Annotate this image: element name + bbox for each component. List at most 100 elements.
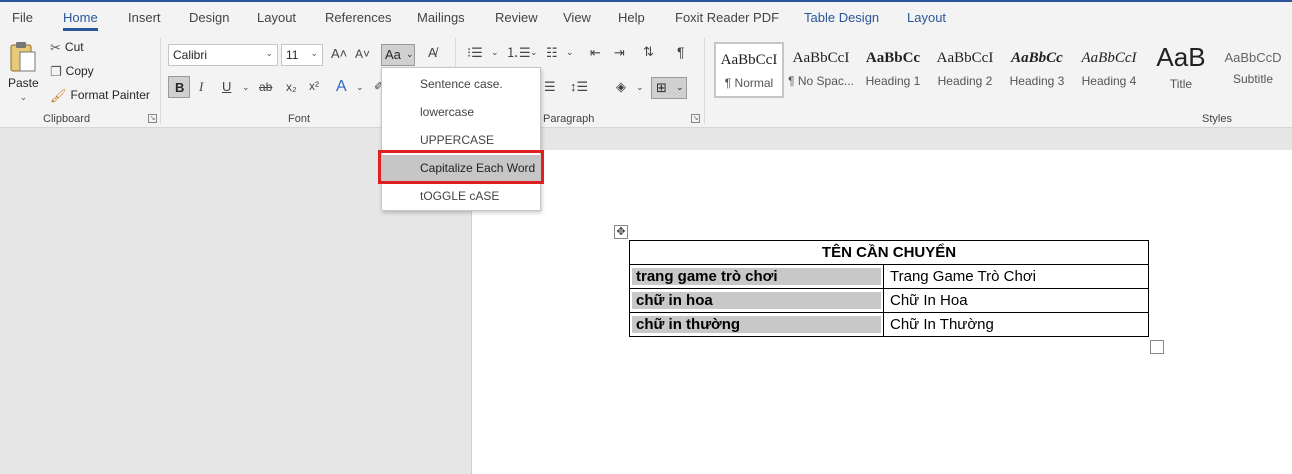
tab-home[interactable]: Home <box>63 10 98 31</box>
style-heading-2[interactable]: AaBbCcI Heading 2 <box>930 42 1000 98</box>
table-move-handle-icon[interactable]: ✥ <box>614 225 628 239</box>
group-divider <box>704 38 705 124</box>
change-case-menu: Sentence case. lowercase UPPERCASE Capit… <box>381 67 541 211</box>
tab-file[interactable]: File <box>12 10 33 25</box>
tab-table-design[interactable]: Table Design <box>804 10 879 25</box>
style-name: Subtitle <box>1232 72 1274 86</box>
chevron-down-icon[interactable]: ⌄ <box>566 48 574 57</box>
style-heading-4[interactable]: AaBbCcI Heading 4 <box>1074 42 1144 98</box>
underline-button[interactable]: U <box>222 80 231 93</box>
paragraph-launcher-icon[interactable]: ↘ <box>691 114 700 123</box>
change-case-label: Aa <box>385 47 401 62</box>
styles-group-label: Styles <box>1202 113 1232 125</box>
chevron-down-icon[interactable]: ⌄ <box>491 48 499 57</box>
decrease-indent-icon[interactable]: ⇤ <box>590 46 601 59</box>
chevron-down-icon[interactable]: ⌄ <box>356 83 364 92</box>
table-cell-original[interactable]: trang game trò chơi <box>629 264 884 289</box>
tab-layout[interactable]: Layout <box>257 10 296 25</box>
paste-button[interactable]: Paste ⌄ <box>8 40 39 103</box>
bold-button[interactable]: B <box>168 76 190 98</box>
italic-button[interactable]: I <box>199 80 203 93</box>
superscript-button[interactable]: x² <box>309 80 319 92</box>
ribbon: Paste ⌄ ✂ Cut ❐ Copy 🖌 Format Painter Cl… <box>0 34 1292 128</box>
table-row: chữ in hoa Chữ In Hoa <box>629 288 1149 313</box>
style-heading-3[interactable]: AaBbCc Heading 3 <box>1002 42 1072 98</box>
style-name: Heading 3 <box>1009 74 1065 88</box>
clear-formatting-icon[interactable]: A̸ <box>428 46 437 59</box>
style-sample: AaBbCcI <box>720 52 778 68</box>
cut-button[interactable]: ✂ Cut <box>50 40 84 54</box>
strikethrough-button[interactable]: ab <box>259 81 272 93</box>
style-sample: AaBbCcI <box>936 50 994 66</box>
menu-item-lowercase[interactable]: lowercase <box>382 99 540 125</box>
table-cell-original[interactable]: chữ in thường <box>629 312 884 337</box>
change-case-button[interactable]: Aa ⌄ <box>381 44 415 66</box>
cut-label: Cut <box>64 40 84 54</box>
increase-indent-icon[interactable]: ⇥ <box>614 46 625 59</box>
shading-icon[interactable]: ◈ <box>616 80 626 93</box>
table-resize-handle[interactable] <box>1150 340 1164 354</box>
format-painter-button[interactable]: 🖌 Format Painter <box>50 88 150 102</box>
selected-text: chữ in thường <box>632 316 881 333</box>
tab-insert[interactable]: Insert <box>128 10 161 25</box>
selected-text: trang game trò chơi <box>632 268 881 285</box>
copy-icon: ❐ <box>50 63 62 79</box>
table-row: chữ in thường Chữ In Thường <box>629 312 1149 337</box>
style-sample: AaBbCcI <box>792 50 850 66</box>
chevron-down-icon[interactable]: ⌄ <box>530 48 538 57</box>
paragraph-group-label: Paragraph <box>543 113 595 125</box>
tab-foxit-reader-pdf[interactable]: Foxit Reader PDF <box>675 10 779 25</box>
font-name-select[interactable]: Calibri ⌄ <box>168 44 278 66</box>
chevron-down-icon[interactable]: ⌄ <box>636 83 644 92</box>
table-cell-converted[interactable]: Chữ In Thường <box>883 312 1149 337</box>
menu-item-sentence-case[interactable]: Sentence case. <box>382 71 540 97</box>
clipboard-group-label: Clipboard <box>43 113 91 125</box>
bold-label: B <box>175 80 185 95</box>
shrink-font-icon[interactable]: A˅ <box>355 48 370 60</box>
table-cell-original[interactable]: chữ in hoa <box>629 288 884 313</box>
tab-help[interactable]: Help <box>618 10 645 25</box>
chevron-down-icon[interactable]: ⌄ <box>242 83 250 92</box>
paintbrush-icon: 🖌 <box>50 87 67 103</box>
justify-icon[interactable]: ☰ <box>544 80 556 93</box>
document-table[interactable]: TÊN CẦN CHUYỂN trang game trò chơi Trang… <box>629 240 1149 337</box>
style-subtitle[interactable]: AaBbCcD Subtitle <box>1218 42 1288 98</box>
tab-design[interactable]: Design <box>189 10 229 25</box>
pilcrow-icon[interactable]: ¶ <box>677 45 685 59</box>
sort-icon[interactable]: ⇅ <box>643 45 654 58</box>
style-heading-1[interactable]: AaBbCc Heading 1 <box>858 42 928 98</box>
table-header-cell[interactable]: TÊN CẦN CHUYỂN <box>629 240 1149 265</box>
bullets-icon[interactable]: ⁝☰ <box>467 46 483 59</box>
tab-references[interactable]: References <box>325 10 391 25</box>
tab-view[interactable]: View <box>563 10 591 25</box>
tab-table-layout[interactable]: Layout <box>907 10 946 25</box>
copy-button[interactable]: ❐ Copy <box>50 64 94 78</box>
line-spacing-icon[interactable]: ↕☰ <box>570 80 588 93</box>
tab-mailings[interactable]: Mailings <box>417 10 465 25</box>
style-sample: AaBbCc <box>1011 50 1063 66</box>
style-title[interactable]: AaB Title <box>1146 42 1216 98</box>
chevron-down-icon: ⌄ <box>265 48 273 58</box>
numbering-icon[interactable]: ⒈☰ <box>506 46 531 59</box>
font-size-select[interactable]: 11 ⌄ <box>281 44 323 66</box>
style-normal[interactable]: AaBbCcI ¶ Normal <box>714 42 784 98</box>
table-cell-converted[interactable]: Trang Game Trò Chơi <box>883 264 1149 289</box>
chevron-down-icon: ⌄ <box>406 49 414 59</box>
style-name: ¶ No Spac... <box>788 74 854 88</box>
table-cell-converted[interactable]: Chữ In Hoa <box>883 288 1149 313</box>
clipboard-launcher-icon[interactable]: ↘ <box>148 114 157 123</box>
selected-text: chữ in hoa <box>632 292 881 309</box>
tab-review[interactable]: Review <box>495 10 538 25</box>
text-effects-icon[interactable]: A <box>336 79 347 95</box>
menu-item-toggle-case[interactable]: tOGGLE cASE <box>382 183 540 209</box>
style-no-spacing[interactable]: AaBbCcI ¶ No Spac... <box>786 42 856 98</box>
group-divider <box>160 38 161 124</box>
style-sample: AaBbCc <box>865 50 921 66</box>
font-size-value: 11 <box>286 48 299 62</box>
borders-button[interactable]: ⊞ ⌄ <box>651 77 687 99</box>
subscript-button[interactable]: x₂ <box>286 81 297 93</box>
paste-chevron-icon: ⌄ <box>19 92 28 102</box>
grow-font-icon[interactable]: A˄ <box>331 47 347 60</box>
multilevel-list-icon[interactable]: ☷ <box>546 46 558 59</box>
format-painter-label: Format Painter <box>70 88 150 102</box>
